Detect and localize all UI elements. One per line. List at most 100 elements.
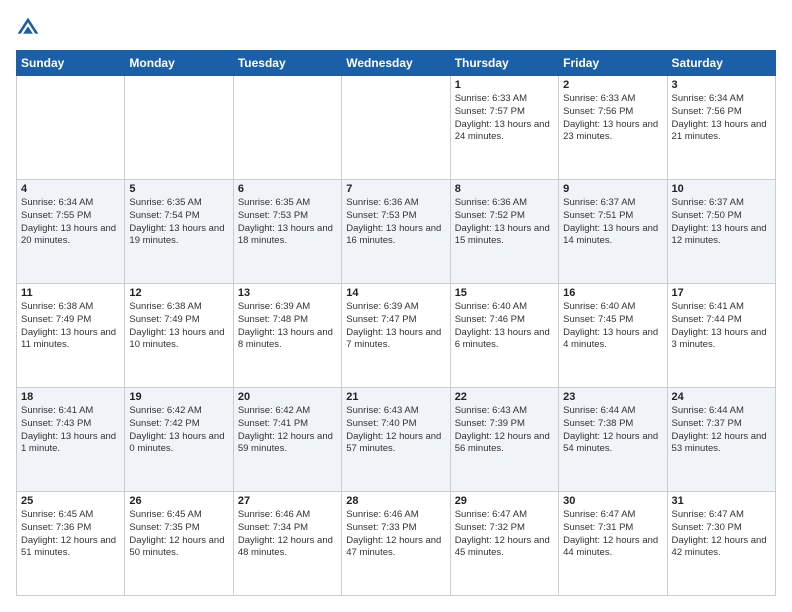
day-number: 24 — [672, 391, 771, 403]
calendar-cell: 9 Sunrise: 6:37 AM Sunset: 7:51 PM Daylig… — [559, 180, 667, 284]
calendar-cell: 28 Sunrise: 6:46 AM Sunset: 7:33 PM Dayli… — [342, 492, 450, 596]
day-number: 26 — [129, 495, 228, 507]
day-number: 6 — [238, 183, 337, 195]
page: SundayMondayTuesdayWednesdayThursdayFrid… — [0, 0, 792, 612]
weekday-header-friday: Friday — [559, 51, 667, 76]
day-number: 13 — [238, 287, 337, 299]
day-info: Sunrise: 6:46 AM Sunset: 7:33 PM Dayligh… — [346, 509, 445, 560]
calendar-cell: 31Sunrise: 6:47 AM Sunset: 7:30 PM Dayli… — [667, 492, 775, 596]
calendar-cell: 4 Sunrise: 6:34 AM Sunset: 7:55 PM Daylig… — [17, 180, 125, 284]
day-info: Sunrise: 6:47 AM Sunset: 7:31 PM Dayligh… — [563, 509, 662, 560]
day-info: Sunrise: 6:45 AM Sunset: 7:35 PM Dayligh… — [129, 509, 228, 560]
day-number: 8 — [455, 183, 554, 195]
calendar-cell: 30 Sunrise: 6:47 AM Sunset: 7:31 PM Dayli… — [559, 492, 667, 596]
logo — [16, 16, 44, 40]
calendar-cell: 6 Sunrise: 6:35 AM Sunset: 7:53 PM Daylig… — [233, 180, 341, 284]
day-info: Sunrise: 6:35 AM Sunset: 7:54 PM Dayligh… — [129, 197, 228, 248]
day-number: 21 — [346, 391, 445, 403]
calendar-cell: 27Sunrise: 6:46 AM Sunset: 7:34 PM Dayli… — [233, 492, 341, 596]
weekday-header-monday: Monday — [125, 51, 233, 76]
day-info: Sunrise: 6:43 AM Sunset: 7:39 PM Dayligh… — [455, 405, 554, 456]
day-number: 4 — [21, 183, 120, 195]
day-number: 1 — [455, 79, 554, 91]
day-number: 3 — [672, 79, 771, 91]
calendar-cell: 8 Sunrise: 6:36 AM Sunset: 7:52 PM Daylig… — [450, 180, 558, 284]
header — [16, 16, 776, 40]
calendar-week-row: 18 Sunrise: 6:41 AM Sunset: 7:43 PM Dayli… — [17, 388, 776, 492]
day-number: 30 — [563, 495, 662, 507]
day-number: 14 — [346, 287, 445, 299]
weekday-header-saturday: Saturday — [667, 51, 775, 76]
calendar-cell: 3 Sunrise: 6:34 AM Sunset: 7:56 PM Daylig… — [667, 76, 775, 180]
calendar-cell: 11 Sunrise: 6:38 AM Sunset: 7:49 PM Dayli… — [17, 284, 125, 388]
day-number: 22 — [455, 391, 554, 403]
day-info: Sunrise: 6:34 AM Sunset: 7:55 PM Dayligh… — [21, 197, 120, 248]
calendar-cell: 13 Sunrise: 6:39 AM Sunset: 7:48 PM Dayli… — [233, 284, 341, 388]
day-info: Sunrise: 6:42 AM Sunset: 7:42 PM Dayligh… — [129, 405, 228, 456]
calendar-cell: 15Sunrise: 6:40 AM Sunset: 7:46 PM Dayli… — [450, 284, 558, 388]
day-info: Sunrise: 6:43 AM Sunset: 7:40 PM Dayligh… — [346, 405, 445, 456]
calendar-week-row: 1 Sunrise: 6:33 AM Sunset: 7:57 PM Daylig… — [17, 76, 776, 180]
day-info: Sunrise: 6:40 AM Sunset: 7:46 PM Dayligh… — [455, 301, 554, 352]
day-info: Sunrise: 6:37 AM Sunset: 7:50 PM Dayligh… — [672, 197, 771, 248]
calendar-cell: 23 Sunrise: 6:44 AM Sunset: 7:38 PM Dayli… — [559, 388, 667, 492]
day-info: Sunrise: 6:34 AM Sunset: 7:56 PM Dayligh… — [672, 93, 771, 144]
weekday-header-sunday: Sunday — [17, 51, 125, 76]
calendar-cell: 7Sunrise: 6:36 AM Sunset: 7:53 PM Daylig… — [342, 180, 450, 284]
day-number: 31 — [672, 495, 771, 507]
day-info: Sunrise: 6:47 AM Sunset: 7:32 PM Dayligh… — [455, 509, 554, 560]
calendar-cell: 17 Sunrise: 6:41 AM Sunset: 7:44 PM Dayli… — [667, 284, 775, 388]
calendar-cell: 5 Sunrise: 6:35 AM Sunset: 7:54 PM Daylig… — [125, 180, 233, 284]
calendar-week-row: 25Sunrise: 6:45 AM Sunset: 7:36 PM Dayli… — [17, 492, 776, 596]
day-number: 11 — [21, 287, 120, 299]
calendar-cell: 24 Sunrise: 6:44 AM Sunset: 7:37 PM Dayli… — [667, 388, 775, 492]
day-info: Sunrise: 6:33 AM Sunset: 7:57 PM Dayligh… — [455, 93, 554, 144]
calendar-cell: 20Sunrise: 6:42 AM Sunset: 7:41 PM Dayli… — [233, 388, 341, 492]
day-number: 12 — [129, 287, 228, 299]
day-info: Sunrise: 6:39 AM Sunset: 7:47 PM Dayligh… — [346, 301, 445, 352]
day-info: Sunrise: 6:38 AM Sunset: 7:49 PM Dayligh… — [129, 301, 228, 352]
day-number: 23 — [563, 391, 662, 403]
day-info: Sunrise: 6:36 AM Sunset: 7:52 PM Dayligh… — [455, 197, 554, 248]
day-info: Sunrise: 6:46 AM Sunset: 7:34 PM Dayligh… — [238, 509, 337, 560]
day-number: 19 — [129, 391, 228, 403]
calendar-week-row: 4 Sunrise: 6:34 AM Sunset: 7:55 PM Daylig… — [17, 180, 776, 284]
calendar-cell: 1 Sunrise: 6:33 AM Sunset: 7:57 PM Daylig… — [450, 76, 558, 180]
day-number: 7 — [346, 183, 445, 195]
day-info: Sunrise: 6:35 AM Sunset: 7:53 PM Dayligh… — [238, 197, 337, 248]
day-info: Sunrise: 6:45 AM Sunset: 7:36 PM Dayligh… — [21, 509, 120, 560]
day-info: Sunrise: 6:33 AM Sunset: 7:56 PM Dayligh… — [563, 93, 662, 144]
day-number: 2 — [563, 79, 662, 91]
calendar-cell: 14 Sunrise: 6:39 AM Sunset: 7:47 PM Dayli… — [342, 284, 450, 388]
calendar-cell — [17, 76, 125, 180]
day-info: Sunrise: 6:41 AM Sunset: 7:43 PM Dayligh… — [21, 405, 120, 456]
weekday-header-tuesday: Tuesday — [233, 51, 341, 76]
day-info: Sunrise: 6:44 AM Sunset: 7:37 PM Dayligh… — [672, 405, 771, 456]
calendar-cell: 12 Sunrise: 6:38 AM Sunset: 7:49 PM Dayli… — [125, 284, 233, 388]
day-number: 16 — [563, 287, 662, 299]
calendar-cell: 2 Sunrise: 6:33 AM Sunset: 7:56 PM Daylig… — [559, 76, 667, 180]
day-number: 10 — [672, 183, 771, 195]
day-number: 5 — [129, 183, 228, 195]
day-number: 9 — [563, 183, 662, 195]
day-info: Sunrise: 6:44 AM Sunset: 7:38 PM Dayligh… — [563, 405, 662, 456]
day-info: Sunrise: 6:39 AM Sunset: 7:48 PM Dayligh… — [238, 301, 337, 352]
day-number: 17 — [672, 287, 771, 299]
day-info: Sunrise: 6:40 AM Sunset: 7:45 PM Dayligh… — [563, 301, 662, 352]
calendar-table: SundayMondayTuesdayWednesdayThursdayFrid… — [16, 50, 776, 596]
calendar-cell: 25Sunrise: 6:45 AM Sunset: 7:36 PM Dayli… — [17, 492, 125, 596]
day-number: 18 — [21, 391, 120, 403]
day-info: Sunrise: 6:37 AM Sunset: 7:51 PM Dayligh… — [563, 197, 662, 248]
day-info: Sunrise: 6:38 AM Sunset: 7:49 PM Dayligh… — [21, 301, 120, 352]
weekday-header-wednesday: Wednesday — [342, 51, 450, 76]
calendar-cell: 10 Sunrise: 6:37 AM Sunset: 7:50 PM Dayli… — [667, 180, 775, 284]
logo-icon — [16, 16, 40, 40]
day-info: Sunrise: 6:41 AM Sunset: 7:44 PM Dayligh… — [672, 301, 771, 352]
day-info: Sunrise: 6:42 AM Sunset: 7:41 PM Dayligh… — [238, 405, 337, 456]
calendar-cell: 19 Sunrise: 6:42 AM Sunset: 7:42 PM Dayli… — [125, 388, 233, 492]
calendar-cell — [342, 76, 450, 180]
calendar-cell: 18 Sunrise: 6:41 AM Sunset: 7:43 PM Dayli… — [17, 388, 125, 492]
day-number: 28 — [346, 495, 445, 507]
day-number: 29 — [455, 495, 554, 507]
calendar-cell: 29 Sunrise: 6:47 AM Sunset: 7:32 PM Dayli… — [450, 492, 558, 596]
